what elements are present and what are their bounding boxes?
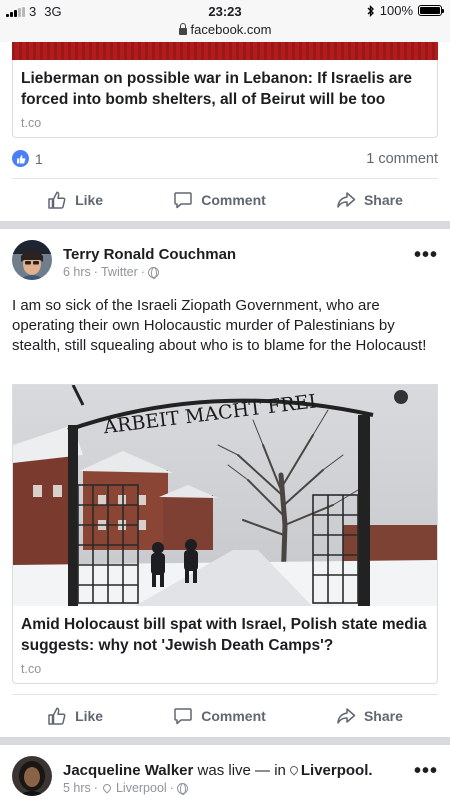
post-time[interactable]: 6 hrs	[63, 265, 91, 279]
avatar[interactable]	[12, 756, 52, 796]
more-dots-icon: •••	[413, 760, 438, 782]
comment-button[interactable]: Comment	[173, 706, 266, 726]
post-meta: 5 hrs · Liverpool ·	[63, 781, 188, 795]
link-preview-image[interactable]: ARBEIT MACHT FREI	[12, 384, 438, 606]
post-source: Twitter	[100, 265, 138, 279]
battery-percent: 100%	[379, 3, 413, 18]
like-button[interactable]: Like	[47, 706, 103, 726]
comment-button[interactable]: Comment	[173, 190, 266, 210]
post-author-line: Jacqueline Walker was live — in Liverpool…	[63, 762, 373, 779]
link-domain: t.co	[21, 116, 42, 130]
like-reaction-icon	[12, 150, 29, 168]
avatar[interactable]	[12, 240, 52, 280]
feed-separator	[0, 221, 450, 229]
more-options-button[interactable]: •••	[414, 760, 438, 783]
feed-separator	[0, 737, 450, 745]
thumbs-up-icon	[48, 191, 66, 209]
link-title: Lieberman on possible war in Lebanon: If…	[21, 70, 413, 108]
speech-bubble-icon	[174, 191, 192, 208]
link-preview-card[interactable]: Amid Holocaust bill spat with Israel, Po…	[12, 606, 438, 684]
post-time[interactable]: 5 hrs	[63, 781, 91, 795]
battery-icon	[418, 5, 444, 16]
thumbs-up-icon	[48, 707, 66, 725]
share-button[interactable]: Share	[336, 706, 403, 726]
post-location[interactable]: Liverpool.	[301, 762, 373, 779]
post-actions-bar: Like Comment Share	[12, 178, 438, 220]
status-bar: 3 3G 23:23 100%	[0, 0, 450, 22]
share-button[interactable]: Share	[336, 190, 403, 210]
speech-bubble-icon	[174, 707, 192, 724]
post-body-text: I am so sick of the Israeli Ziopath Gove…	[12, 297, 427, 354]
globe-icon	[147, 266, 159, 279]
lock-icon	[178, 23, 187, 35]
like-label: Like	[75, 191, 104, 208]
post-meta-location: Liverpool	[115, 781, 167, 795]
like-count: 1	[35, 150, 43, 167]
location-pin-icon	[101, 782, 113, 794]
link-domain: t.co	[21, 662, 42, 676]
post-author[interactable]: Terry Ronald Couchman	[63, 246, 236, 263]
reactions-summary[interactable]: 1	[12, 150, 43, 168]
globe-icon	[176, 782, 188, 795]
more-dots-icon: •••	[413, 244, 438, 266]
location-pin-icon	[288, 764, 300, 776]
link-preview-card[interactable]: Lieberman on possible war in Lebanon: If…	[12, 60, 438, 138]
like-label: Like	[75, 707, 104, 724]
address-bar[interactable]: facebook.com	[0, 22, 450, 42]
like-button[interactable]: Like	[47, 190, 103, 210]
share-label: Share	[363, 707, 403, 724]
share-arrow-icon	[337, 707, 356, 724]
post-action-text: was live — in	[197, 762, 286, 779]
reactions-row: 1 1 comment	[12, 146, 438, 172]
post-actions-bar: Like Comment Share	[12, 694, 438, 736]
share-arrow-icon	[337, 191, 356, 208]
post-meta: 6 hrs · Twitter ·	[63, 265, 159, 279]
post-author[interactable]: Jacqueline Walker	[63, 762, 193, 779]
link-preview-image[interactable]	[12, 42, 438, 60]
link-title: Amid Holocaust bill spat with Israel, Po…	[21, 616, 427, 654]
comment-count-link[interactable]: 1 comment	[366, 151, 438, 167]
bluetooth-icon	[367, 4, 374, 17]
share-label: Share	[363, 191, 403, 208]
comment-label: Comment	[201, 707, 266, 724]
url-text: facebook.com	[190, 22, 272, 37]
comment-label: Comment	[201, 191, 266, 208]
more-options-button[interactable]: •••	[414, 244, 438, 267]
